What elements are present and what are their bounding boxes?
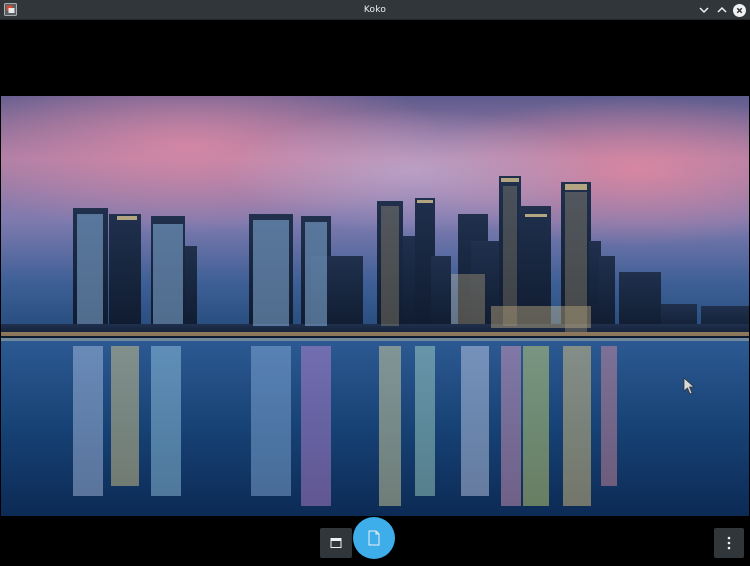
document-icon[interactable] (353, 517, 395, 559)
chevron-up-icon[interactable] (715, 3, 729, 17)
title-bar: Koko (0, 0, 750, 20)
window-controls (697, 2, 746, 18)
kebab-menu-icon[interactable] (714, 528, 744, 558)
window-title: Koko (363, 4, 387, 15)
image-viewer[interactable] (0, 20, 750, 566)
mouse-cursor-icon (683, 377, 696, 395)
cityscape-photo[interactable] (1, 96, 749, 516)
close-icon[interactable] (733, 3, 746, 17)
window-icon[interactable] (320, 528, 352, 558)
koko-app-icon[interactable] (4, 3, 17, 16)
chevron-down-icon[interactable] (697, 3, 711, 17)
